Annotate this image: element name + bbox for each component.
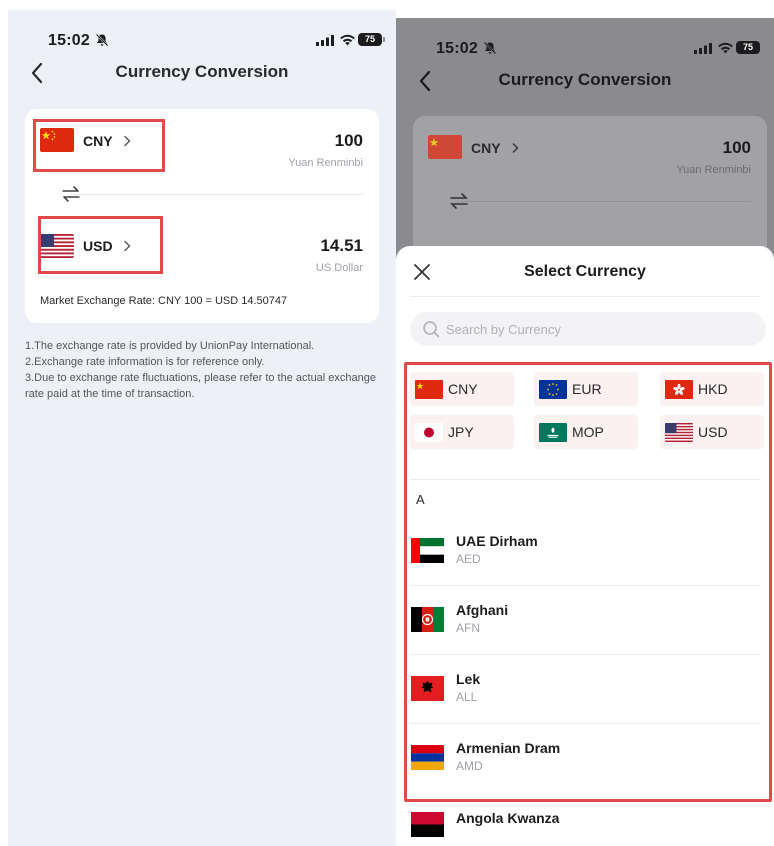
divider	[410, 296, 760, 297]
currency-search[interactable]	[410, 312, 766, 346]
bg-currency-name: Yuan Renminbi	[676, 164, 751, 176]
bell-muted-icon	[95, 33, 109, 47]
currency-name: Angola Kwanza	[456, 810, 560, 826]
conversion-card: CNY 100 Yuan Renminbi USD 14.51 US Dolla…	[25, 109, 379, 323]
wifi-icon	[718, 42, 733, 54]
swap-arrows-icon[interactable]	[61, 183, 81, 205]
sheet-title: Select Currency	[524, 263, 646, 280]
signal-icon	[316, 35, 334, 46]
bell-muted-icon	[483, 41, 497, 55]
list-item[interactable]: Angola Kwanza	[396, 804, 774, 846]
select-currency-sheet: Select Currency CNY EUR HKD JPY MOP	[396, 246, 774, 846]
status-bar: 15:02 75	[396, 18, 774, 58]
note-line: 2.Exchange rate information is for refer…	[25, 356, 265, 368]
bg-currency-code: CNY	[471, 140, 501, 156]
signal-icon	[694, 43, 712, 54]
search-icon	[423, 321, 440, 338]
status-time: 15:02	[436, 40, 478, 57]
divider	[73, 194, 363, 195]
to-currency-name: US Dollar	[315, 262, 363, 274]
note-line: 1.The exchange rate is provided by Union…	[25, 340, 315, 352]
battery-icon: 75	[736, 41, 763, 54]
divider	[461, 201, 751, 202]
status-bar: 15:02 75	[8, 10, 396, 50]
china-flag-icon	[428, 135, 462, 159]
highlight-from-currency	[33, 119, 165, 172]
chevron-right-icon	[512, 143, 519, 153]
note-line: 3.Due to exchange rate fluctuations, ple…	[25, 372, 377, 400]
search-input[interactable]	[446, 319, 746, 339]
wifi-icon	[340, 34, 355, 46]
page-title: Currency Conversion	[115, 62, 289, 81]
currency-conversion-screen: 15:02 75 Currency Conversion CNY 100 Yua…	[8, 10, 396, 846]
bg-amount: 100	[722, 138, 751, 157]
battery-icon: 75	[358, 33, 385, 46]
disclaimer-notes: 1.The exchange rate is provided by Union…	[25, 338, 379, 402]
status-time: 15:02	[48, 32, 90, 49]
to-amount[interactable]: 14.51	[320, 236, 363, 256]
highlight-currency-list	[404, 362, 772, 802]
highlight-to-currency	[38, 216, 163, 274]
nav-bar: Currency Conversion	[396, 66, 774, 98]
from-amount[interactable]: 100	[335, 131, 363, 151]
nav-bar: Currency Conversion	[8, 58, 396, 90]
angola-flag-icon	[411, 812, 444, 837]
market-rate-text: Market Exchange Rate: CNY 100 = USD 14.5…	[40, 295, 288, 307]
page-title: Currency Conversion	[498, 70, 672, 89]
select-currency-screen: 15:02 75 Currency Conversion CNY 100 Yua…	[396, 18, 774, 846]
swap-arrows-icon	[450, 193, 468, 209]
from-currency-name: Yuan Renminbi	[288, 157, 363, 169]
